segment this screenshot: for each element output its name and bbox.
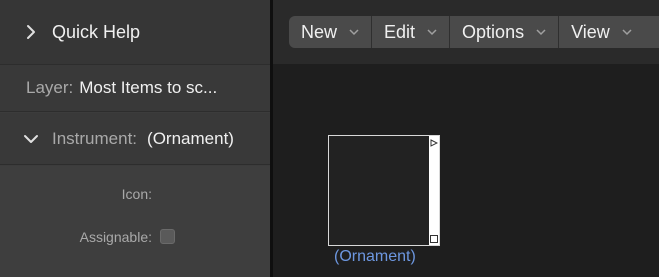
menu-new[interactable]: New — [289, 16, 371, 48]
menu-new-label: New — [301, 21, 338, 42]
output-triangle-icon[interactable] — [430, 139, 438, 147]
menu-options-label: Options — [462, 21, 525, 42]
menu-view-label: View — [571, 21, 610, 42]
chevron-down-icon — [349, 27, 359, 37]
layer-row[interactable]: Layer: Most Items to sc... — [0, 64, 270, 112]
menu-edit[interactable]: Edit — [371, 16, 449, 48]
object-side-strip — [429, 136, 439, 245]
chevron-right-icon — [22, 23, 40, 41]
instrument-header[interactable]: Instrument: (Ornament) — [0, 113, 270, 165]
assignable-checkbox[interactable] — [160, 229, 175, 244]
chevron-down-icon — [536, 27, 546, 37]
instrument-value: (Ornament) — [147, 128, 234, 148]
toolbar: New Edit Options View — [273, 0, 659, 64]
menu-bar: New Edit Options View — [289, 16, 659, 48]
menu-edit-label: Edit — [384, 21, 416, 42]
instrument-key: Instrument: — [52, 128, 138, 148]
ornament-object[interactable] — [328, 135, 440, 246]
chevron-down-icon — [22, 130, 40, 148]
layer-key: Layer: — [26, 78, 74, 97]
layer-value: Most Items to sc... — [79, 78, 218, 97]
inspector-panel: Quick Help Layer: Most Items to sc... In… — [0, 0, 270, 277]
menu-options[interactable]: Options — [449, 16, 558, 48]
menu-view[interactable]: View — [558, 16, 644, 48]
ornament-label[interactable]: (Ornament) — [334, 248, 416, 266]
resize-handle[interactable] — [430, 235, 438, 243]
quick-help-header[interactable]: Quick Help — [0, 0, 270, 64]
quick-help-title: Quick Help — [52, 21, 141, 42]
assignable-label: Assignable: — [79, 229, 152, 245]
chevron-down-icon — [427, 27, 437, 37]
chevron-down-icon — [622, 27, 632, 37]
environment-canvas[interactable]: (Ornament) — [273, 64, 659, 277]
icon-label: Icon: — [121, 186, 152, 202]
instrument-properties: Icon: Assignable: — [0, 166, 270, 277]
